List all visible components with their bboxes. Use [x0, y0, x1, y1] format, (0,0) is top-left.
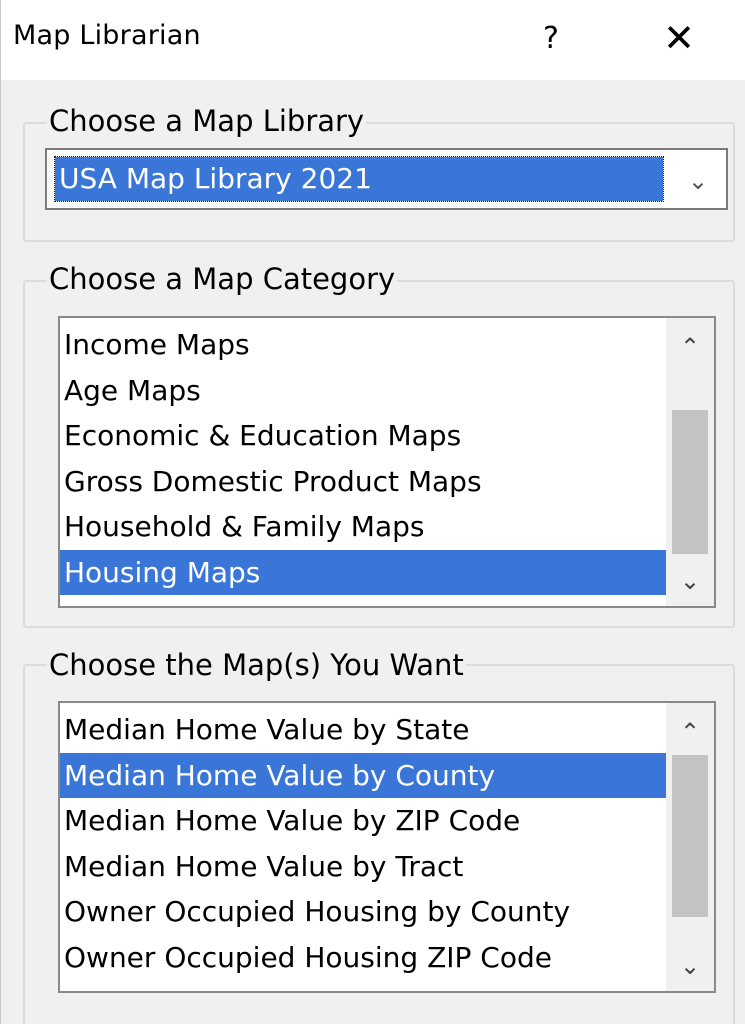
title-bar: Map Librarian ? ✕ [1, 0, 745, 80]
scroll-down-icon[interactable]: ⌄ [666, 558, 714, 602]
list-item[interactable]: Owner Occupied Housing ZIP Code [60, 935, 666, 981]
maps-listbox[interactable]: Median Home Value by State Median Home Va… [58, 701, 716, 993]
list-item[interactable]: Housing Maps [60, 549, 666, 595]
map-librarian-dialog: Map Librarian ? ✕ Choose a Map Library U… [0, 0, 745, 1024]
list-item[interactable]: Median Home Value by County [60, 752, 666, 798]
category-group-label: Choose a Map Category [47, 262, 398, 296]
map-library-selected-value: USA Map Library 2021 [54, 156, 664, 202]
help-button[interactable]: ? [521, 8, 581, 68]
scroll-down-icon[interactable]: ⌄ [666, 943, 714, 987]
list-item[interactable]: Median Home Value by ZIP Code [60, 798, 666, 844]
library-group-label: Choose a Map Library [47, 104, 367, 138]
maps-scroll-thumb[interactable] [672, 755, 708, 917]
maps-scrollbar[interactable]: ⌃ ⌄ [666, 703, 714, 991]
list-item[interactable]: Age Maps [60, 368, 666, 414]
scroll-up-icon[interactable]: ⌃ [666, 324, 714, 368]
map-library-dropdown[interactable]: USA Map Library 2021 ⌄ [45, 148, 728, 210]
maps-group-label: Choose the Map(s) You Want [47, 648, 466, 682]
category-list: Income Maps Age Maps Economic & Education … [60, 322, 666, 606]
chevron-down-icon[interactable]: ⌄ [676, 150, 720, 208]
scroll-up-icon[interactable]: ⌃ [666, 709, 714, 753]
list-item[interactable]: Owner Occupied Housing by Tract [60, 980, 666, 991]
list-item[interactable]: Owner Occupied Housing by County [60, 889, 666, 935]
list-item[interactable]: Income Maps [60, 322, 666, 368]
category-scrollbar[interactable]: ⌃ ⌄ [666, 318, 714, 606]
list-item[interactable]: Gross Domestic Product Maps [60, 459, 666, 505]
list-item[interactable]: Median Home Value by State [60, 707, 666, 753]
map-category-listbox[interactable]: Income Maps Age Maps Economic & Education … [58, 316, 716, 608]
list-item[interactable]: Median Home Value by Tract [60, 844, 666, 890]
list-item[interactable]: Economic & Education Maps [60, 413, 666, 459]
close-button[interactable]: ✕ [647, 8, 711, 68]
list-item[interactable]: Race & Ethnicity Maps [60, 595, 666, 606]
maps-list: Median Home Value by State Median Home Va… [60, 707, 666, 991]
window-title: Map Librarian [13, 20, 201, 51]
category-scroll-thumb[interactable] [672, 410, 708, 554]
list-item[interactable]: Household & Family Maps [60, 504, 666, 550]
